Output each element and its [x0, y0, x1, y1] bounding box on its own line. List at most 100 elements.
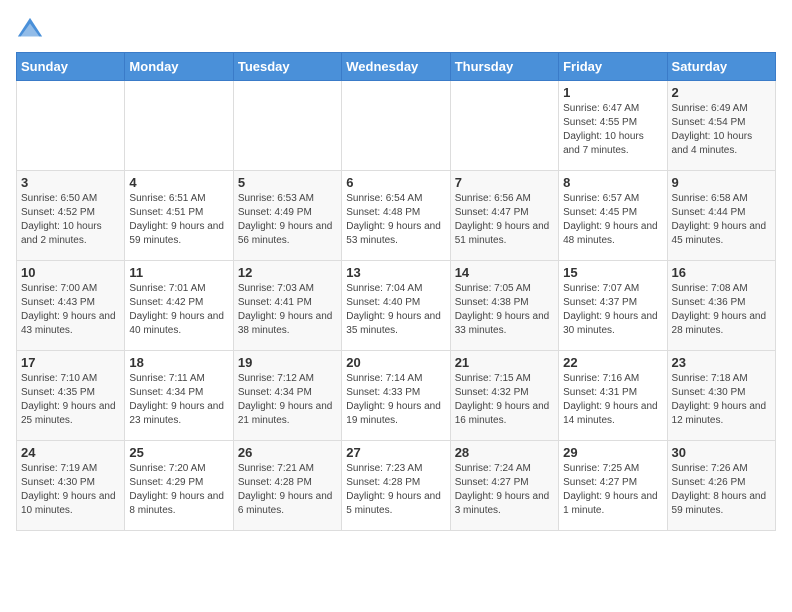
day-number: 19	[238, 355, 337, 370]
calendar-cell: 6 Sunrise: 6:54 AM Sunset: 4:48 PM Daylig…	[342, 171, 450, 261]
day-number: 16	[672, 265, 771, 280]
day-number: 7	[455, 175, 554, 190]
day-number: 20	[346, 355, 445, 370]
week-row-4: 17 Sunrise: 7:10 AM Sunset: 4:35 PM Dayli…	[17, 351, 776, 441]
calendar-cell: 10Sunrise: 7:00 AM Sunset: 4:43 PM Dayli…	[17, 261, 125, 351]
calendar-cell	[125, 81, 233, 171]
day-info: Sunrise: 7:05 AM Sunset: 4:38 PM Dayligh…	[455, 282, 554, 338]
calendar-cell: 19Sunrise: 7:12 AM Sunset: 4:34 PM Dayli…	[233, 351, 341, 441]
calendar-cell: 5 Sunrise: 6:53 AM Sunset: 4:49 PM Daylig…	[233, 171, 341, 261]
header-row: SundayMondayTuesdayWednesdayThursdayFrid…	[17, 53, 776, 81]
day-number: 1	[563, 85, 662, 100]
calendar-cell: 1 Sunrise: 6:47 AM Sunset: 4:55 PM Daylig…	[559, 81, 667, 171]
calendar-cell: 4 Sunrise: 6:51 AM Sunset: 4:51 PM Daylig…	[125, 171, 233, 261]
day-info: Sunrise: 6:57 AM Sunset: 4:45 PM Dayligh…	[563, 192, 662, 248]
calendar-cell: 25 Sunrise: 7:20 AM Sunset: 4:29 PM Dayli…	[125, 441, 233, 531]
calendar-cell: 16 Sunrise: 7:08 AM Sunset: 4:36 PM Dayli…	[667, 261, 775, 351]
day-info: Sunrise: 6:54 AM Sunset: 4:48 PM Dayligh…	[346, 192, 445, 248]
day-info: Sunrise: 7:21 AM Sunset: 4:28 PM Dayligh…	[238, 462, 337, 518]
day-number: 12	[238, 265, 337, 280]
column-header-friday: Friday	[559, 53, 667, 81]
calendar-cell: 29Sunrise: 7:25 AM Sunset: 4:27 PM Dayli…	[559, 441, 667, 531]
day-info: Sunrise: 7:14 AM Sunset: 4:33 PM Dayligh…	[346, 372, 445, 428]
week-row-3: 10Sunrise: 7:00 AM Sunset: 4:43 PM Dayli…	[17, 261, 776, 351]
calendar-cell: 24 Sunrise: 7:19 AM Sunset: 4:30 PM Dayli…	[17, 441, 125, 531]
column-header-sunday: Sunday	[17, 53, 125, 81]
calendar-cell	[342, 81, 450, 171]
logo-icon	[16, 16, 44, 44]
day-info: Sunrise: 6:51 AM Sunset: 4:51 PM Dayligh…	[129, 192, 228, 248]
day-info: Sunrise: 6:49 AM Sunset: 4:54 PM Dayligh…	[672, 102, 771, 158]
day-number: 2	[672, 85, 771, 100]
calendar-cell: 20 Sunrise: 7:14 AM Sunset: 4:33 PM Dayli…	[342, 351, 450, 441]
page-header	[16, 16, 776, 44]
day-info: Sunrise: 6:47 AM Sunset: 4:55 PM Dayligh…	[563, 102, 662, 158]
day-info: Sunrise: 7:11 AM Sunset: 4:34 PM Dayligh…	[129, 372, 228, 428]
calendar-cell: 27 Sunrise: 7:23 AM Sunset: 4:28 PM Dayli…	[342, 441, 450, 531]
calendar-cell: 22 Sunrise: 7:16 AM Sunset: 4:31 PM Dayli…	[559, 351, 667, 441]
logo	[16, 16, 48, 44]
day-number: 17	[21, 355, 120, 370]
calendar-cell: 26 Sunrise: 7:21 AM Sunset: 4:28 PM Dayli…	[233, 441, 341, 531]
day-number: 14	[455, 265, 554, 280]
day-info: Sunrise: 7:04 AM Sunset: 4:40 PM Dayligh…	[346, 282, 445, 338]
day-number: 8	[563, 175, 662, 190]
calendar-cell: 30Sunrise: 7:26 AM Sunset: 4:26 PM Dayli…	[667, 441, 775, 531]
day-number: 27	[346, 445, 445, 460]
day-info: Sunrise: 7:10 AM Sunset: 4:35 PM Dayligh…	[21, 372, 120, 428]
calendar-cell: 17 Sunrise: 7:10 AM Sunset: 4:35 PM Dayli…	[17, 351, 125, 441]
day-number: 28	[455, 445, 554, 460]
week-row-2: 3Sunrise: 6:50 AM Sunset: 4:52 PM Daylig…	[17, 171, 776, 261]
column-header-wednesday: Wednesday	[342, 53, 450, 81]
day-number: 11	[129, 265, 228, 280]
calendar-cell: 9 Sunrise: 6:58 AM Sunset: 4:44 PM Daylig…	[667, 171, 775, 261]
day-info: Sunrise: 7:03 AM Sunset: 4:41 PM Dayligh…	[238, 282, 337, 338]
day-number: 24	[21, 445, 120, 460]
calendar-cell: 23 Sunrise: 7:18 AM Sunset: 4:30 PM Dayli…	[667, 351, 775, 441]
column-header-tuesday: Tuesday	[233, 53, 341, 81]
day-number: 13	[346, 265, 445, 280]
calendar-cell: 2 Sunrise: 6:49 AM Sunset: 4:54 PM Daylig…	[667, 81, 775, 171]
day-info: Sunrise: 7:26 AM Sunset: 4:26 PM Dayligh…	[672, 462, 771, 518]
day-number: 25	[129, 445, 228, 460]
calendar-cell: 18 Sunrise: 7:11 AM Sunset: 4:34 PM Dayli…	[125, 351, 233, 441]
day-info: Sunrise: 6:58 AM Sunset: 4:44 PM Dayligh…	[672, 192, 771, 248]
calendar-cell: 28 Sunrise: 7:24 AM Sunset: 4:27 PM Dayli…	[450, 441, 558, 531]
column-header-thursday: Thursday	[450, 53, 558, 81]
day-info: Sunrise: 7:18 AM Sunset: 4:30 PM Dayligh…	[672, 372, 771, 428]
day-number: 4	[129, 175, 228, 190]
column-header-saturday: Saturday	[667, 53, 775, 81]
day-number: 26	[238, 445, 337, 460]
calendar-cell	[450, 81, 558, 171]
day-number: 6	[346, 175, 445, 190]
day-info: Sunrise: 7:16 AM Sunset: 4:31 PM Dayligh…	[563, 372, 662, 428]
day-number: 23	[672, 355, 771, 370]
calendar-table: SundayMondayTuesdayWednesdayThursdayFrid…	[16, 52, 776, 531]
calendar-cell	[233, 81, 341, 171]
day-info: Sunrise: 7:01 AM Sunset: 4:42 PM Dayligh…	[129, 282, 228, 338]
day-number: 18	[129, 355, 228, 370]
week-row-5: 24 Sunrise: 7:19 AM Sunset: 4:30 PM Dayli…	[17, 441, 776, 531]
day-number: 22	[563, 355, 662, 370]
day-number: 5	[238, 175, 337, 190]
day-info: Sunrise: 7:15 AM Sunset: 4:32 PM Dayligh…	[455, 372, 554, 428]
day-number: 3	[21, 175, 120, 190]
column-header-monday: Monday	[125, 53, 233, 81]
day-info: Sunrise: 7:08 AM Sunset: 4:36 PM Dayligh…	[672, 282, 771, 338]
day-number: 21	[455, 355, 554, 370]
calendar-cell: 14 Sunrise: 7:05 AM Sunset: 4:38 PM Dayli…	[450, 261, 558, 351]
day-info: Sunrise: 7:00 AM Sunset: 4:43 PM Dayligh…	[21, 282, 120, 338]
day-info: Sunrise: 7:24 AM Sunset: 4:27 PM Dayligh…	[455, 462, 554, 518]
calendar-cell: 7Sunrise: 6:56 AM Sunset: 4:47 PM Daylig…	[450, 171, 558, 261]
day-number: 9	[672, 175, 771, 190]
day-info: Sunrise: 7:23 AM Sunset: 4:28 PM Dayligh…	[346, 462, 445, 518]
calendar-cell: 12 Sunrise: 7:03 AM Sunset: 4:41 PM Dayli…	[233, 261, 341, 351]
day-info: Sunrise: 7:20 AM Sunset: 4:29 PM Dayligh…	[129, 462, 228, 518]
day-info: Sunrise: 6:53 AM Sunset: 4:49 PM Dayligh…	[238, 192, 337, 248]
day-info: Sunrise: 7:25 AM Sunset: 4:27 PM Dayligh…	[563, 462, 662, 518]
calendar-cell	[17, 81, 125, 171]
day-info: Sunrise: 7:07 AM Sunset: 4:37 PM Dayligh…	[563, 282, 662, 338]
day-info: Sunrise: 7:19 AM Sunset: 4:30 PM Dayligh…	[21, 462, 120, 518]
calendar-cell: 3Sunrise: 6:50 AM Sunset: 4:52 PM Daylig…	[17, 171, 125, 261]
calendar-cell: 13 Sunrise: 7:04 AM Sunset: 4:40 PM Dayli…	[342, 261, 450, 351]
